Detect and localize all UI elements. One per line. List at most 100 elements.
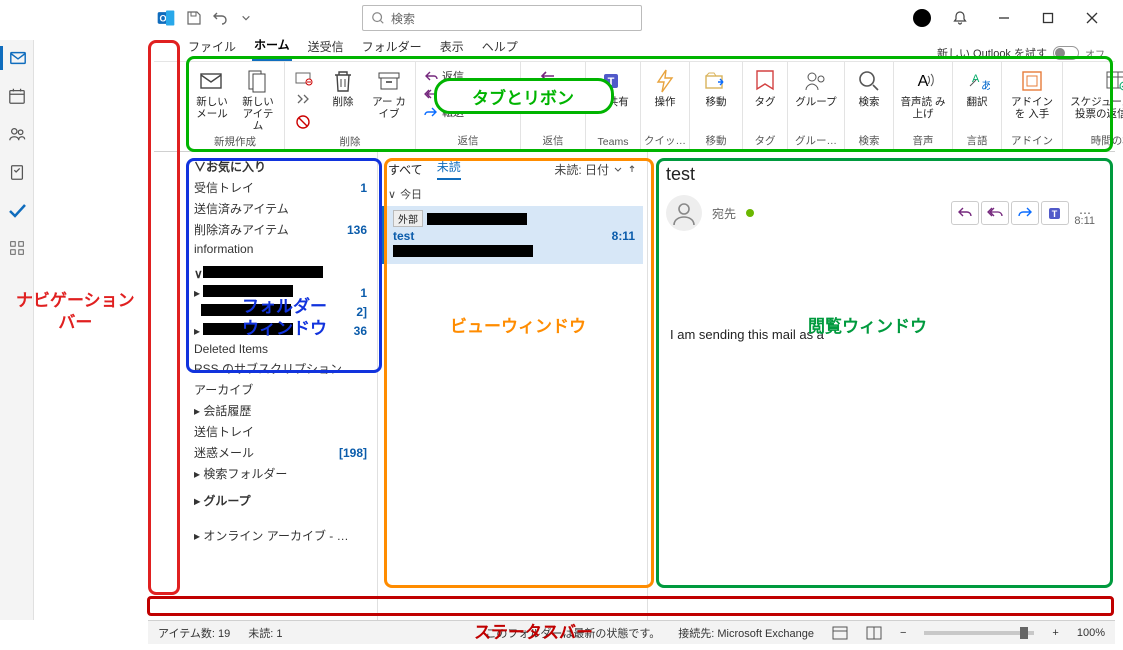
tab-home[interactable]: ホーム xyxy=(252,32,292,61)
qat-dropdown-icon[interactable] xyxy=(238,10,254,26)
ribbon: 新しい メール 新しい アイテム 新規作成 削除 xyxy=(154,62,1115,152)
recipient-label: 宛先 xyxy=(712,205,736,222)
folder-archive[interactable]: アーカイブ xyxy=(188,379,377,400)
reading-subject: test xyxy=(666,160,1099,195)
reading-body: I am sending this mail as a xyxy=(666,227,1099,342)
ribbon-search[interactable]: 検索 xyxy=(849,66,889,122)
sender-redacted xyxy=(427,213,527,225)
new-outlook-label: 新しい Outlook を試す xyxy=(937,45,1047,61)
ribbon-move[interactable]: 移動 xyxy=(694,66,738,122)
new-outlook-toggle[interactable]: 新しい Outlook を試す オフ xyxy=(937,45,1105,61)
search-input[interactable]: 検索 xyxy=(362,5,642,31)
view-normal-icon[interactable] xyxy=(832,626,848,640)
navigation-bar xyxy=(0,40,34,620)
teams-button[interactable]: T xyxy=(1041,201,1069,225)
ribbon-archive[interactable]: アー カイブ xyxy=(367,66,411,122)
ribbon-teams-share[interactable]: Tで共有 xyxy=(590,66,636,122)
sort-by[interactable]: 未読: 日付 xyxy=(554,161,637,178)
svg-text:A: A xyxy=(918,73,929,90)
message-subject: test xyxy=(393,229,414,243)
search-placeholder: 検索 xyxy=(391,10,415,27)
ribbon-cleanup-icon[interactable] xyxy=(293,90,315,110)
save-icon[interactable] xyxy=(186,10,202,26)
folder-deleted-en[interactable]: Deleted Items xyxy=(188,340,377,358)
folder-online-archive[interactable]: ▸ オンライン アーカイブ - xyxy=(188,525,377,546)
ribbon-reply-attach[interactable]: (+添付) xyxy=(525,66,581,122)
folder-groups[interactable]: ▸ グループ xyxy=(188,490,377,511)
ribbon-forward[interactable]: 転送 xyxy=(424,104,512,120)
folder-item[interactable]: ▸ 1 xyxy=(188,283,377,302)
status-item-count: アイテム数: 19 xyxy=(158,625,230,641)
tab-view[interactable]: 表示 xyxy=(438,34,466,61)
preview-redacted xyxy=(393,245,533,257)
nav-todo-icon[interactable] xyxy=(5,198,29,222)
toggle-icon xyxy=(1053,46,1079,60)
toggle-state: オフ xyxy=(1085,46,1105,61)
ribbon-readaloud[interactable]: A音声読 み上げ xyxy=(898,66,948,122)
message-item[interactable]: 外部 test 8:11 xyxy=(382,206,643,264)
folder-junk[interactable]: 迷惑メール[198] xyxy=(188,442,377,463)
svg-text:O: O xyxy=(160,13,167,23)
nav-mail-icon[interactable] xyxy=(0,46,34,70)
zoom-in-button[interactable]: + xyxy=(1052,627,1058,639)
filter-unread[interactable]: 未読 xyxy=(437,158,461,180)
title-bar: O 検索 xyxy=(148,0,1115,36)
message-time: 8:11 xyxy=(612,229,635,243)
ribbon-translate[interactable]: Aあ翻訳 xyxy=(957,66,997,122)
reply-button[interactable] xyxy=(951,201,979,225)
ribbon-junk-icon[interactable] xyxy=(293,112,315,132)
ribbon-ignore-icon[interactable] xyxy=(293,68,315,88)
status-folder-state: このフォルダーは最新の状態です。 xyxy=(485,625,660,641)
ribbon-new-items[interactable]: 新しい アイテム xyxy=(236,66,280,132)
folder-pane: ∨お気に入り 受信トレイ1 送信済みアイテム 削除済みアイテム136 infor… xyxy=(182,152,378,620)
tab-help[interactable]: ヘルプ xyxy=(480,34,520,61)
close-button[interactable] xyxy=(1077,3,1107,33)
nav-people-icon[interactable] xyxy=(5,122,29,146)
ribbon-tag[interactable]: タグ xyxy=(747,66,783,122)
nav-tasks-icon[interactable] xyxy=(5,160,29,184)
account-avatar[interactable] xyxy=(913,9,931,27)
ribbon-group[interactable]: グループ xyxy=(792,66,840,122)
tab-file[interactable]: ファイル xyxy=(186,34,238,61)
msg-group-today[interactable]: ∨ 今日 xyxy=(378,182,647,204)
ribbon-reply-all[interactable]: 全員に返信 xyxy=(424,86,512,102)
ribbon-delete[interactable]: 削除 xyxy=(321,66,365,122)
folder-favorites[interactable]: ∨お気に入り xyxy=(188,156,377,177)
folder-search[interactable]: ▸ 検索フォルダー xyxy=(188,463,377,484)
nav-calendar-icon[interactable] xyxy=(5,84,29,108)
filter-all[interactable]: すべて xyxy=(388,161,423,178)
folder-outbox[interactable]: 送信トレイ xyxy=(188,421,377,442)
ribbon-new-mail[interactable]: 新しい メール xyxy=(190,66,234,122)
tab-sendreceive[interactable]: 送受信 xyxy=(306,34,346,61)
svg-text:T: T xyxy=(1052,209,1058,219)
tab-folder[interactable]: フォルダー xyxy=(360,34,424,61)
minimize-button[interactable] xyxy=(989,3,1019,33)
folder-sent[interactable]: 送信済みアイテム xyxy=(188,198,377,219)
folder-item[interactable]: ▸ 36 xyxy=(188,321,377,340)
svg-text:T: T xyxy=(608,76,615,88)
view-reading-icon[interactable] xyxy=(866,626,882,640)
ribbon-quicksteps[interactable]: 操作 xyxy=(645,66,685,122)
zoom-slider[interactable] xyxy=(924,631,1034,635)
message-list-pane: すべて 未読 未読: 日付 ∨ 今日 外部 test 8:11 xyxy=(378,152,648,620)
reading-pane: test 宛先 T ⋯ 8:11 I am sending this mail … xyxy=(648,152,1117,620)
folder-deleted[interactable]: 削除済みアイテム136 xyxy=(188,219,377,240)
forward-button[interactable] xyxy=(1011,201,1039,225)
undo-icon[interactable] xyxy=(212,10,228,26)
tab-strip: ファイル ホーム 送受信 フォルダー 表示 ヘルプ 新しい Outlook を試… xyxy=(154,36,1115,62)
sender-avatar-icon xyxy=(666,195,702,231)
maximize-button[interactable] xyxy=(1033,3,1063,33)
ribbon-poll[interactable]: スケジュール設定の 投票の返信をする xyxy=(1067,66,1123,122)
folder-item[interactable]: 2] xyxy=(188,302,377,321)
nav-more-icon[interactable] xyxy=(5,236,29,260)
ribbon-addins[interactable]: アドインを 入手 xyxy=(1006,66,1058,122)
folder-account[interactable]: ∨ xyxy=(188,264,377,283)
reply-all-button[interactable] xyxy=(981,201,1009,225)
bell-icon[interactable] xyxy=(945,3,975,33)
ribbon-reply[interactable]: 返信 xyxy=(424,68,512,84)
zoom-out-button[interactable]: − xyxy=(900,627,906,639)
folder-inbox[interactable]: 受信トレイ1 xyxy=(188,177,377,198)
folder-rss[interactable]: RSS のサブスクリプション xyxy=(188,358,377,379)
folder-conv-history[interactable]: ▸ 会話履歴 xyxy=(188,400,377,421)
folder-information[interactable]: information xyxy=(188,240,377,258)
